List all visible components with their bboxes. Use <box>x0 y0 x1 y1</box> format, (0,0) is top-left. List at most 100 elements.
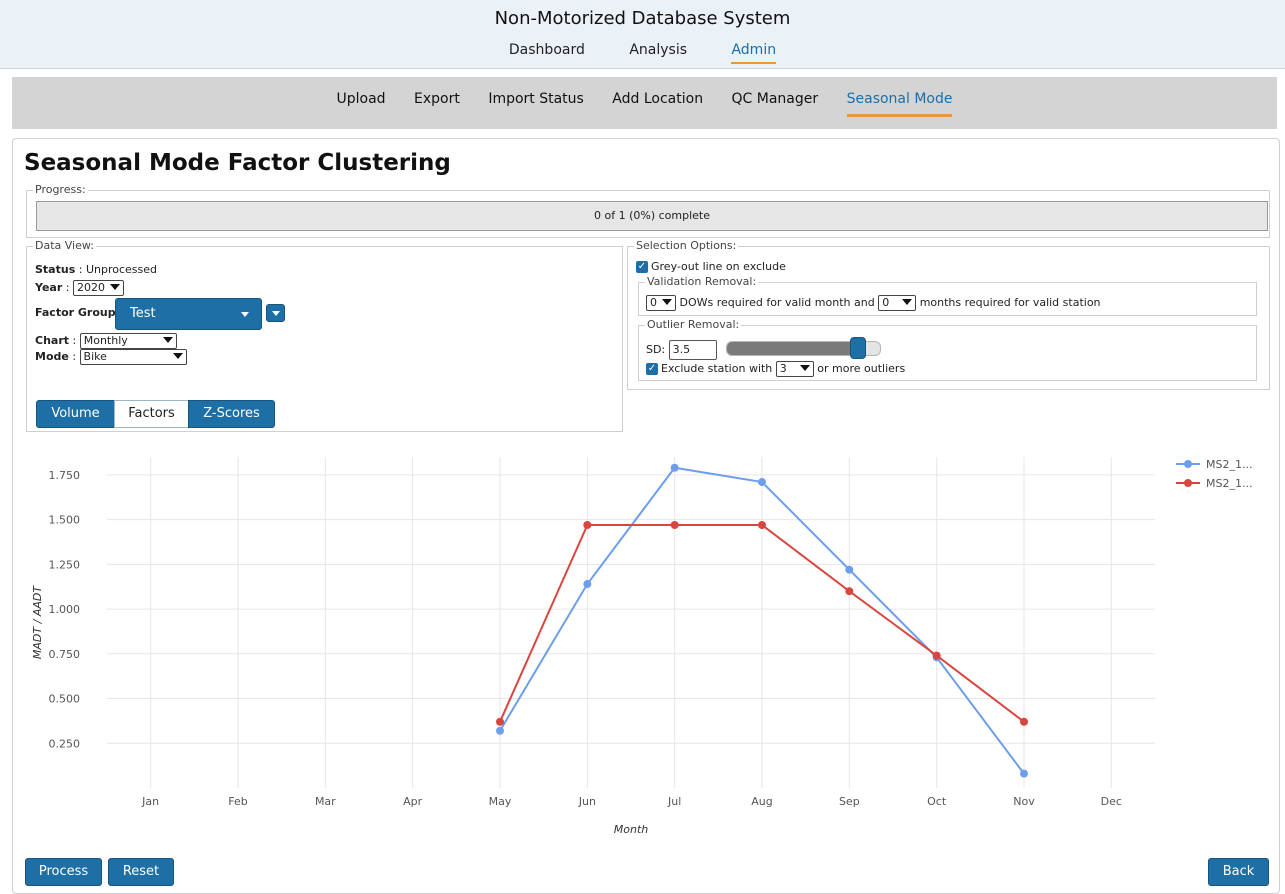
legend-marker <box>1184 479 1192 487</box>
x-axis-title: Month <box>614 823 649 836</box>
x-tick-label: Feb <box>228 795 247 808</box>
reset-button[interactable]: Reset <box>108 858 174 886</box>
subnav-upload[interactable]: Upload <box>337 77 386 117</box>
chevron-down-icon <box>662 299 672 305</box>
x-tick-label: Mar <box>315 795 336 808</box>
data-point <box>583 580 592 589</box>
y-tick-label: 1.500 <box>49 514 81 527</box>
selection-options-legend: Selection Options: <box>634 239 739 252</box>
dows-select[interactable]: 0 <box>646 295 676 311</box>
data-point <box>496 717 504 726</box>
progress-bar: 0 of 1 (0%) complete <box>36 201 1268 231</box>
legend-label: MS2_1... <box>1206 458 1252 471</box>
data-point <box>845 587 854 596</box>
status-value: Unprocessed <box>85 263 157 276</box>
x-tick-label: Sep <box>839 795 860 808</box>
x-tick-label: Jun <box>578 795 596 808</box>
x-tick-label: Jan <box>141 795 159 808</box>
y-tick-label: 0.250 <box>49 737 81 750</box>
subnav-add-location[interactable]: Add Location <box>612 77 703 117</box>
sd-row: SD: 3.5 <box>646 340 717 360</box>
y-tick-label: 1.250 <box>49 558 81 571</box>
factors-button[interactable]: Factors <box>114 400 189 428</box>
volume-button[interactable]: Volume <box>36 400 115 428</box>
greyout-row: ✓ Grey-out line on exclude <box>636 260 786 273</box>
mode-label: Mode <box>35 350 69 363</box>
chevron-down-icon <box>109 284 120 290</box>
caret-down-icon <box>241 312 249 317</box>
admin-subnav-bar: Upload Export Import Status Add Location… <box>12 77 1277 129</box>
z-scores-button[interactable]: Z-Scores <box>188 400 275 428</box>
data-view-legend: Data View: <box>33 239 96 252</box>
y-axis-title: MADT / AADT <box>31 585 44 659</box>
data-point <box>1020 769 1028 778</box>
x-tick-label: Dec <box>1101 795 1122 808</box>
factor-group-row: Factor Group : <box>35 306 123 319</box>
data-point <box>932 651 941 660</box>
admin-subnav: Upload Export Import Status Add Location… <box>12 77 1277 129</box>
y-tick-label: 0.750 <box>49 648 81 661</box>
chart-row: Chart : Monthly <box>35 333 177 349</box>
chart-label: Chart <box>35 334 70 347</box>
page-title: Seasonal Mode Factor Clustering <box>24 150 451 176</box>
x-tick-label: Nov <box>1013 795 1035 808</box>
subnav-qc-manager[interactable]: QC Manager <box>732 77 819 117</box>
top-nav: Dashboard Analysis Admin <box>0 42 1285 64</box>
sd-input[interactable]: 3.5 <box>668 340 717 360</box>
x-tick-label: May <box>489 795 512 808</box>
year-label: Year <box>35 281 63 294</box>
outlier-legend: Outlier Removal: <box>645 318 742 331</box>
chevron-down-icon <box>162 337 173 343</box>
back-button[interactable]: Back <box>1208 858 1269 886</box>
mode-row: Mode : Bike <box>35 349 187 365</box>
validation-row: 0 DOWs required for valid month and 0 mo… <box>646 295 1101 311</box>
dows-text: DOWs required for valid month and <box>679 296 875 309</box>
subnav-seasonal-mode[interactable]: Seasonal Mode <box>846 77 953 117</box>
app-title: Non-Motorized Database System <box>494 8 791 29</box>
nav-admin[interactable]: Admin <box>731 42 777 64</box>
months-text: months required for valid station <box>919 296 1101 309</box>
chevron-down-icon <box>799 365 810 371</box>
factor-group-menu-button[interactable] <box>266 304 285 322</box>
exclude-checkbox[interactable]: ✓ <box>646 363 658 375</box>
exclude-count-select[interactable]: 3 <box>775 361 814 377</box>
y-tick-label: 0.500 <box>49 693 81 706</box>
progress-legend: Progress: <box>33 183 88 196</box>
x-tick-label: Apr <box>403 795 423 808</box>
chart-select[interactable]: Monthly <box>79 333 177 349</box>
x-tick-label: Jul <box>667 795 681 808</box>
caret-down-icon <box>272 311 280 316</box>
x-tick-label: Aug <box>751 795 772 808</box>
exclude-suffix: or more outliers <box>817 362 906 375</box>
legend-marker <box>1184 460 1192 468</box>
exclude-prefix: Exclude station with <box>661 362 773 375</box>
nav-analysis[interactable]: Analysis <box>629 42 687 62</box>
data-point <box>758 478 766 487</box>
data-point <box>496 726 504 735</box>
progress-text: 0 of 1 (0%) complete <box>594 209 710 222</box>
top-header: Non-Motorized Database System Dashboard … <box>0 0 1285 69</box>
data-point <box>583 520 592 529</box>
exclude-row: ✓ Exclude station with 3 or more outliers <box>646 361 905 377</box>
greyout-checkbox[interactable]: ✓ <box>636 261 648 273</box>
data-point <box>758 520 766 529</box>
x-tick-label: Oct <box>927 795 947 808</box>
sd-slider-handle[interactable] <box>849 337 866 359</box>
legend-label: MS2_1... <box>1206 477 1252 490</box>
factor-group-dropdown[interactable]: Test <box>115 298 262 330</box>
process-button[interactable]: Process <box>25 858 102 886</box>
data-point <box>845 565 854 574</box>
year-select[interactable]: 2020 <box>72 280 124 296</box>
year-row: Year : 2020 <box>35 280 124 296</box>
factor-group-label: Factor Group <box>35 306 116 319</box>
months-select[interactable]: 0 <box>878 295 917 311</box>
subnav-export[interactable]: Export <box>414 77 460 117</box>
mode-select[interactable]: Bike <box>79 349 187 365</box>
validation-legend: Validation Removal: <box>645 275 759 288</box>
sd-label: SD: <box>646 343 666 356</box>
status-label: Status <box>35 263 76 276</box>
subnav-import-status[interactable]: Import Status <box>488 77 584 117</box>
greyout-label: Grey-out line on exclude <box>651 260 786 273</box>
data-point <box>1020 717 1028 726</box>
nav-dashboard[interactable]: Dashboard <box>509 42 585 62</box>
